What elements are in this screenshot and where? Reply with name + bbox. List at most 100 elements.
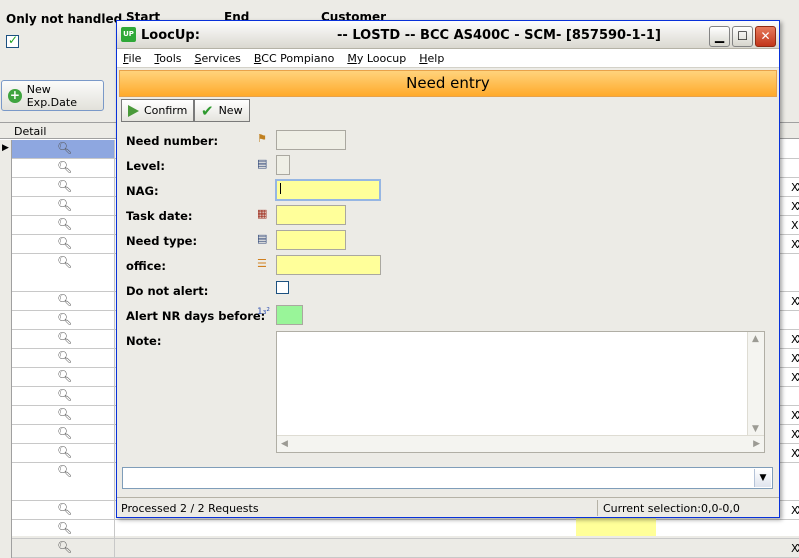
row-indicator[interactable] (0, 292, 12, 311)
row-indicator[interactable] (0, 311, 12, 330)
only-not-handled-checkbox[interactable] (6, 33, 19, 48)
bullet-list-icon[interactable]: ☰ (257, 257, 267, 270)
magnifier-icon[interactable]: 🔍︎ (57, 236, 72, 250)
menu-my-loocup[interactable]: My Loocup (347, 52, 406, 65)
list-icon[interactable]: ▤ (257, 157, 267, 170)
row-indicator[interactable] (0, 444, 12, 463)
row-indicator[interactable] (0, 425, 12, 444)
detail-cell[interactable]: 🔍︎ (12, 140, 115, 158)
row-indicator[interactable] (0, 463, 12, 501)
detail-cell[interactable]: 🔍︎ (12, 463, 115, 500)
detail-cell[interactable]: 🔍︎ (12, 235, 115, 253)
menu-services[interactable]: Services (195, 52, 241, 65)
new-exp-date-button[interactable]: + New Exp.Date (1, 80, 104, 111)
detail-cell[interactable]: 🔍︎ (12, 501, 115, 519)
row-indicator[interactable]: ▶ (0, 140, 12, 159)
scroll-left-icon[interactable]: ◀ (281, 439, 288, 449)
magnifier-icon[interactable]: 🔍︎ (57, 331, 72, 345)
magnifier-icon[interactable]: 🔍︎ (57, 312, 72, 326)
menu-help[interactable]: Help (419, 52, 444, 65)
level-field[interactable] (276, 155, 290, 175)
magnifier-icon[interactable]: 🔍︎ (57, 464, 72, 478)
nag-input[interactable] (275, 179, 381, 201)
magnifier-icon[interactable]: 🔍︎ (57, 369, 72, 383)
detail-cell[interactable]: 🔍︎ (12, 425, 115, 443)
table-row[interactable]: 🔍︎ XXX (12, 539, 799, 558)
menu-tools[interactable]: Tools (154, 52, 181, 65)
magnifier-icon[interactable]: 🔍︎ (57, 350, 72, 364)
need-number-field[interactable] (276, 130, 346, 150)
magnifier-icon[interactable]: 🔍︎ (57, 540, 72, 554)
magnifier-icon[interactable]: 🔍︎ (57, 293, 72, 307)
detail-cell[interactable]: 🔍︎ (12, 292, 115, 310)
cell-value: XXX (791, 333, 799, 346)
list-icon[interactable]: ▤ (257, 232, 267, 245)
detail-cell[interactable]: 🔍︎ (12, 197, 115, 215)
detail-cell[interactable]: 🔍︎ (12, 539, 115, 557)
menu-file[interactable]: File (123, 52, 141, 65)
magnifier-icon[interactable]: 🔍︎ (57, 521, 72, 535)
menu-bcc-pompiano[interactable]: BCC Pompiano (254, 52, 334, 65)
magnifier-icon[interactable]: 🔍︎ (57, 255, 72, 269)
detail-cell[interactable]: 🔍︎ (12, 178, 115, 196)
task-date-input[interactable] (276, 205, 346, 225)
scroll-up-icon[interactable]: ▲ (752, 334, 759, 344)
alert-nr-days-input[interactable] (276, 305, 303, 325)
scroll-right-icon[interactable]: ▶ (753, 439, 760, 449)
do-not-alert-checkbox[interactable] (276, 281, 289, 294)
detail-cell[interactable]: 🔍︎ (12, 159, 115, 177)
magnifier-icon[interactable]: 🔍︎ (57, 141, 72, 155)
confirm-button[interactable]: Confirm (121, 99, 195, 122)
row-indicator[interactable] (0, 520, 12, 539)
detail-cell[interactable]: 🔍︎ (12, 349, 115, 367)
calendar-icon[interactable]: ▦ (257, 207, 267, 220)
detail-cell[interactable]: 🔍︎ (12, 387, 115, 405)
row-indicator[interactable] (0, 368, 12, 387)
note-textarea[interactable]: ▲ ▼ ◀ ▶ (276, 331, 765, 453)
row-indicator[interactable] (0, 501, 12, 520)
row-indicator[interactable] (0, 178, 12, 197)
detail-cell[interactable]: 🔍︎ (12, 368, 115, 386)
command-combo[interactable]: ▼ (122, 467, 773, 489)
detail-cell[interactable]: 🔍︎ (12, 311, 115, 329)
magnifier-icon[interactable]: 🔍︎ (57, 426, 72, 440)
row-indicator[interactable] (0, 216, 12, 235)
row-indicator[interactable] (0, 539, 12, 558)
note-horizontal-scrollbar[interactable]: ◀ ▶ (277, 435, 764, 452)
magnifier-icon[interactable]: 🔍︎ (57, 407, 72, 421)
detail-column-header[interactable]: Detail (14, 125, 46, 138)
note-vertical-scrollbar[interactable]: ▲ ▼ (747, 332, 764, 436)
row-indicator[interactable] (0, 254, 12, 292)
close-button[interactable]: ✕ (755, 26, 776, 47)
table-row[interactable]: 🔍︎ (12, 520, 799, 539)
magnifier-icon[interactable]: 🔍︎ (57, 502, 72, 516)
magnifier-icon[interactable]: 🔍︎ (57, 179, 72, 193)
detail-cell[interactable]: 🔍︎ (12, 330, 115, 348)
row-indicator[interactable] (0, 387, 12, 406)
magnifier-icon[interactable]: 🔍︎ (57, 388, 72, 402)
new-button[interactable]: ✔ New (194, 99, 250, 122)
title-bar[interactable]: UP LoocUp: -- LOSTD -- BCC AS400C - SCM-… (117, 21, 779, 49)
office-input[interactable] (276, 255, 381, 275)
maximize-button[interactable]: ☐ (732, 26, 753, 47)
magnifier-icon[interactable]: 🔍︎ (57, 217, 72, 231)
row-indicator[interactable] (0, 406, 12, 425)
row-indicator[interactable] (0, 235, 12, 254)
minimize-button[interactable]: ▁ (709, 26, 730, 47)
detail-cell[interactable]: 🔍︎ (12, 444, 115, 462)
need-type-input[interactable] (276, 230, 346, 250)
row-indicator[interactable] (0, 349, 12, 368)
row-indicator[interactable] (0, 197, 12, 216)
magnifier-icon[interactable]: 🔍︎ (57, 160, 72, 174)
cell-value: XXX (791, 371, 799, 384)
detail-cell[interactable]: 🔍︎ (12, 216, 115, 234)
chevron-down-icon[interactable]: ▼ (754, 469, 771, 487)
magnifier-icon[interactable]: 🔍︎ (57, 198, 72, 212)
scroll-down-icon[interactable]: ▼ (752, 424, 759, 434)
detail-cell[interactable]: 🔍︎ (12, 254, 115, 291)
row-indicator[interactable] (0, 330, 12, 349)
detail-cell[interactable]: 🔍︎ (12, 520, 115, 538)
detail-cell[interactable]: 🔍︎ (12, 406, 115, 424)
magnifier-icon[interactable]: 🔍︎ (57, 445, 72, 459)
row-indicator[interactable] (0, 159, 12, 178)
